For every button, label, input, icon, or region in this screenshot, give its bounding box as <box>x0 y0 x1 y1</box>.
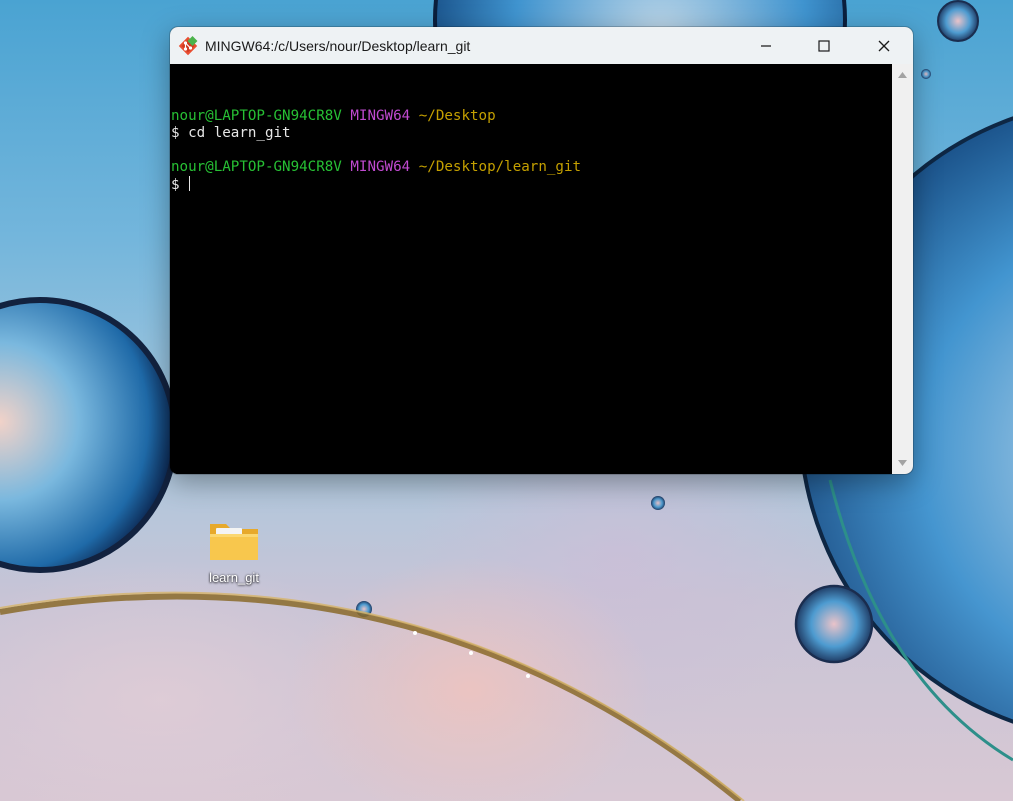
git-icon <box>178 35 198 55</box>
desktop-folder-learn-git[interactable]: learn_git <box>196 514 272 600</box>
input-prompt: $ <box>171 177 189 193</box>
folder-icon <box>210 524 258 560</box>
prompt-line-1: nour@LAPTOP-GN94CR8V MINGW64 ~/Desktop <box>170 108 892 125</box>
maximize-icon <box>818 39 830 52</box>
text-cursor <box>189 176 191 191</box>
window-title: MINGW64:/c/Users/nour/Desktop/learn_git <box>205 37 471 54</box>
minimize-button[interactable] <box>737 27 795 64</box>
minimize-icon <box>761 44 771 47</box>
prompt-path: ~/Desktop/learn_git <box>418 159 582 175</box>
prompt-path: ~/Desktop <box>418 108 496 124</box>
maximize-button[interactable] <box>795 27 853 64</box>
scroll-down-arrow-icon <box>898 460 907 466</box>
prompt-msystem: MINGW64 <box>350 159 411 175</box>
prompt-user-host: nour@LAPTOP-GN94CR8V <box>171 159 342 175</box>
scroll-up-button[interactable] <box>892 66 913 84</box>
input-line[interactable]: $ <box>170 176 892 193</box>
command-line-1: $ cd learn_git <box>171 125 291 141</box>
prompt-line-2: nour@LAPTOP-GN94CR8V MINGW64 ~/Desktop/l… <box>170 159 892 176</box>
title-bar[interactable]: MINGW64:/c/Users/nour/Desktop/learn_git <box>170 27 913 64</box>
scroll-up-arrow-icon <box>898 72 907 78</box>
scroll-down-button[interactable] <box>892 454 913 472</box>
desktop-icon-label: learn_git <box>209 570 259 585</box>
terminal-window[interactable]: MINGW64:/c/Users/nour/Desktop/learn_git … <box>170 27 913 474</box>
close-icon <box>878 40 890 51</box>
prompt-msystem: MINGW64 <box>350 108 411 124</box>
close-button[interactable] <box>855 27 913 64</box>
terminal-output[interactable]: nour@LAPTOP-GN94CR8V MINGW64 ~/Desktop $… <box>170 64 892 474</box>
vertical-scrollbar[interactable] <box>892 64 913 474</box>
prompt-user-host: nour@LAPTOP-GN94CR8V <box>171 108 342 124</box>
